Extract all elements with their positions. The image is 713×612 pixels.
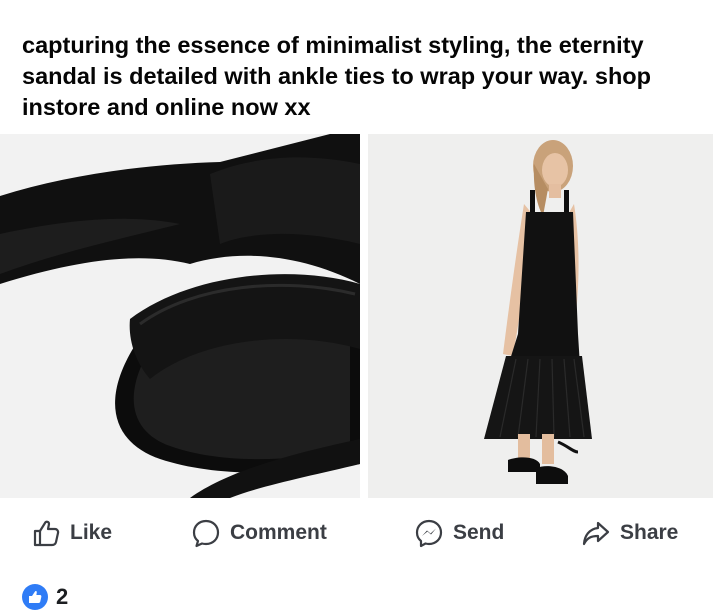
share-arrow-icon	[580, 517, 612, 549]
send-button[interactable]: Send	[413, 506, 504, 560]
share-button[interactable]: Share	[580, 506, 678, 560]
comment-label: Comment	[230, 521, 327, 544]
photo-grid	[0, 134, 713, 498]
like-reaction-icon	[22, 584, 48, 610]
sandal-illustration	[0, 134, 360, 498]
like-label: Like	[70, 521, 113, 544]
messenger-icon	[413, 517, 445, 549]
send-label: Send	[453, 521, 505, 544]
reaction-summary[interactable]: 2	[22, 582, 68, 612]
model-dress-photo[interactable]	[368, 134, 713, 498]
model-illustration	[368, 134, 713, 498]
thumbs-up-icon	[30, 517, 62, 549]
like-button[interactable]: Like	[30, 506, 112, 560]
post-text: capturing the essence of minimalist styl…	[22, 32, 652, 120]
photo-divider	[360, 134, 368, 498]
post-action-bar: Like Comment Send Share	[0, 506, 713, 560]
share-label: Share	[620, 521, 679, 544]
comment-button[interactable]: Comment	[190, 506, 327, 560]
reaction-count: 2	[56, 584, 69, 609]
comment-bubble-icon	[190, 517, 222, 549]
sandal-closeup-photo[interactable]	[0, 134, 360, 498]
